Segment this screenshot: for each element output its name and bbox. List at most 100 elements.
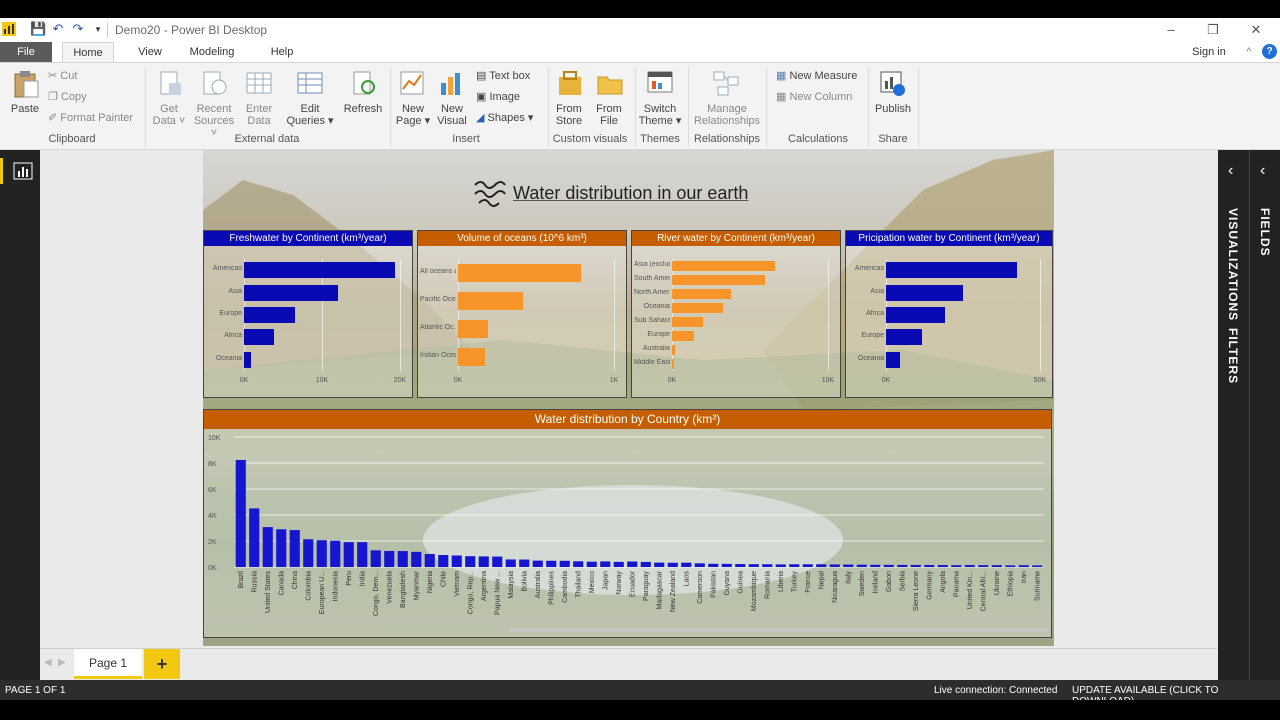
country-bar[interactable] <box>384 550 395 567</box>
collapse-ribbon-icon[interactable]: ^ <box>1242 42 1256 62</box>
country-bar[interactable] <box>397 551 408 567</box>
tab-view[interactable]: View <box>128 42 172 62</box>
country-bar[interactable] <box>411 551 422 567</box>
country-bar[interactable] <box>816 564 827 567</box>
bar[interactable] <box>458 264 581 282</box>
bar[interactable] <box>672 288 732 300</box>
visualizations-expand-icon[interactable]: ‹ <box>1228 162 1233 180</box>
bar[interactable] <box>672 274 765 286</box>
enter-data-button[interactable]: Enter Data <box>238 103 280 127</box>
country-bar[interactable] <box>681 562 692 567</box>
country-bar[interactable] <box>465 556 476 567</box>
restore-button[interactable]: ❐ <box>1202 20 1224 40</box>
country-bar[interactable] <box>829 564 840 567</box>
country-bar[interactable] <box>627 561 638 567</box>
country-bar[interactable] <box>546 560 557 567</box>
country-bar[interactable] <box>870 564 881 567</box>
cut-button[interactable]: ✂ Cut <box>48 69 77 83</box>
redo-icon[interactable]: ↷ <box>70 21 86 37</box>
fields-expand-icon[interactable]: ‹ <box>1260 162 1265 180</box>
country-bar[interactable] <box>721 563 732 567</box>
country-bar[interactable] <box>667 562 678 567</box>
bar[interactable] <box>244 306 295 324</box>
bar[interactable] <box>244 351 252 368</box>
customize-qat-icon[interactable]: ▾ <box>90 21 106 37</box>
switch-theme-button[interactable]: Switch Theme ▾ <box>638 103 682 127</box>
country-bar[interactable] <box>357 542 368 567</box>
country-bar[interactable] <box>775 564 786 567</box>
bar[interactable] <box>458 292 524 310</box>
country-bar[interactable] <box>424 554 435 567</box>
bar[interactable] <box>672 330 694 342</box>
country-bar[interactable] <box>559 560 570 567</box>
refresh-button[interactable]: Refresh <box>340 103 386 115</box>
edit-queries-button[interactable]: Edit Queries ▾ <box>286 103 334 127</box>
country-bar[interactable] <box>519 559 530 567</box>
undo-icon[interactable]: ↶ <box>50 21 66 37</box>
country-bar[interactable] <box>789 564 800 567</box>
image-button[interactable]: ▣ Image <box>476 90 520 104</box>
country-bar[interactable] <box>289 530 300 567</box>
country-bar[interactable] <box>910 564 921 567</box>
bar[interactable] <box>672 358 674 370</box>
continent-chart-4[interactable]: Pricipation water by Continent (km³/year… <box>845 230 1053 398</box>
text-box-button[interactable]: ▤ Text box <box>476 69 530 83</box>
country-bar[interactable] <box>856 564 867 567</box>
country-bar[interactable] <box>303 539 314 567</box>
report-page[interactable]: Water distribution in our earth Water di… <box>203 150 1054 646</box>
bar[interactable] <box>244 262 395 279</box>
country-bar[interactable] <box>1032 565 1043 567</box>
bar[interactable] <box>244 284 338 301</box>
bar[interactable] <box>672 260 775 272</box>
shapes-button[interactable]: ◢ Shapes ▾ <box>476 111 533 125</box>
country-bar[interactable] <box>613 561 624 567</box>
bar[interactable] <box>886 284 963 301</box>
country-bar[interactable] <box>532 560 543 567</box>
country-bar[interactable] <box>883 564 894 567</box>
country-bar[interactable] <box>249 508 260 567</box>
bar[interactable] <box>672 302 723 314</box>
get-data-button[interactable]: Get Data ˅ <box>148 103 190 127</box>
country-bar[interactable] <box>370 550 381 567</box>
visualizations-pane-tab[interactable]: VISUALIZATIONS <box>1226 208 1240 321</box>
new-measure-button[interactable]: ▦ New Measure <box>776 69 857 83</box>
help-icon[interactable]: ? <box>1262 44 1277 59</box>
country-bar[interactable] <box>492 556 503 567</box>
bar[interactable] <box>244 329 275 346</box>
country-bar[interactable] <box>505 559 516 567</box>
tab-modeling[interactable]: Modeling <box>182 42 242 62</box>
fields-pane-tab[interactable]: FIELDS <box>1258 208 1272 257</box>
country-bar[interactable] <box>640 561 651 567</box>
horizontal-scrollbar[interactable] <box>509 628 1049 632</box>
minimize-button[interactable]: – <box>1160 20 1182 40</box>
tab-home[interactable]: Home <box>62 42 114 62</box>
continent-chart-3[interactable]: River water by Continent (km³/year) 0K 10K… <box>631 230 841 398</box>
country-bar[interactable] <box>343 542 354 567</box>
report-view-icon[interactable] <box>0 158 40 184</box>
manage-relationships-button[interactable]: Manage Relationships <box>692 103 762 127</box>
country-bar[interactable] <box>708 563 719 567</box>
add-page-button[interactable]: + <box>144 649 180 679</box>
format-painter-button[interactable]: ✐ Format Painter <box>48 111 133 125</box>
bar[interactable] <box>458 348 485 366</box>
new-visual-button[interactable]: New Visual <box>432 103 472 127</box>
country-bar[interactable] <box>964 565 975 567</box>
country-bar[interactable] <box>438 555 449 567</box>
country-chart[interactable]: Water distribution by Country (km³) 0K 2K… <box>203 409 1052 638</box>
country-bar[interactable] <box>1005 565 1016 567</box>
country-bar[interactable] <box>330 540 341 567</box>
country-bar[interactable] <box>654 562 665 567</box>
country-bar[interactable] <box>978 565 989 567</box>
copy-button[interactable]: ❐ Copy <box>48 90 87 104</box>
continent-chart-1[interactable]: Freshwater by Continent (km³/year) 0K 10K 2… <box>203 230 413 398</box>
from-store-button[interactable]: From Store <box>550 103 588 127</box>
country-bar[interactable] <box>843 564 854 567</box>
country-bar[interactable] <box>573 561 584 567</box>
tab-help[interactable]: Help <box>260 42 304 62</box>
bar[interactable] <box>886 351 901 368</box>
country-bar[interactable] <box>924 564 935 567</box>
country-bar[interactable] <box>735 564 746 567</box>
from-file-button[interactable]: From File <box>590 103 628 127</box>
bar[interactable] <box>886 329 922 346</box>
filters-pane-tab[interactable]: FILTERS <box>1226 328 1240 384</box>
